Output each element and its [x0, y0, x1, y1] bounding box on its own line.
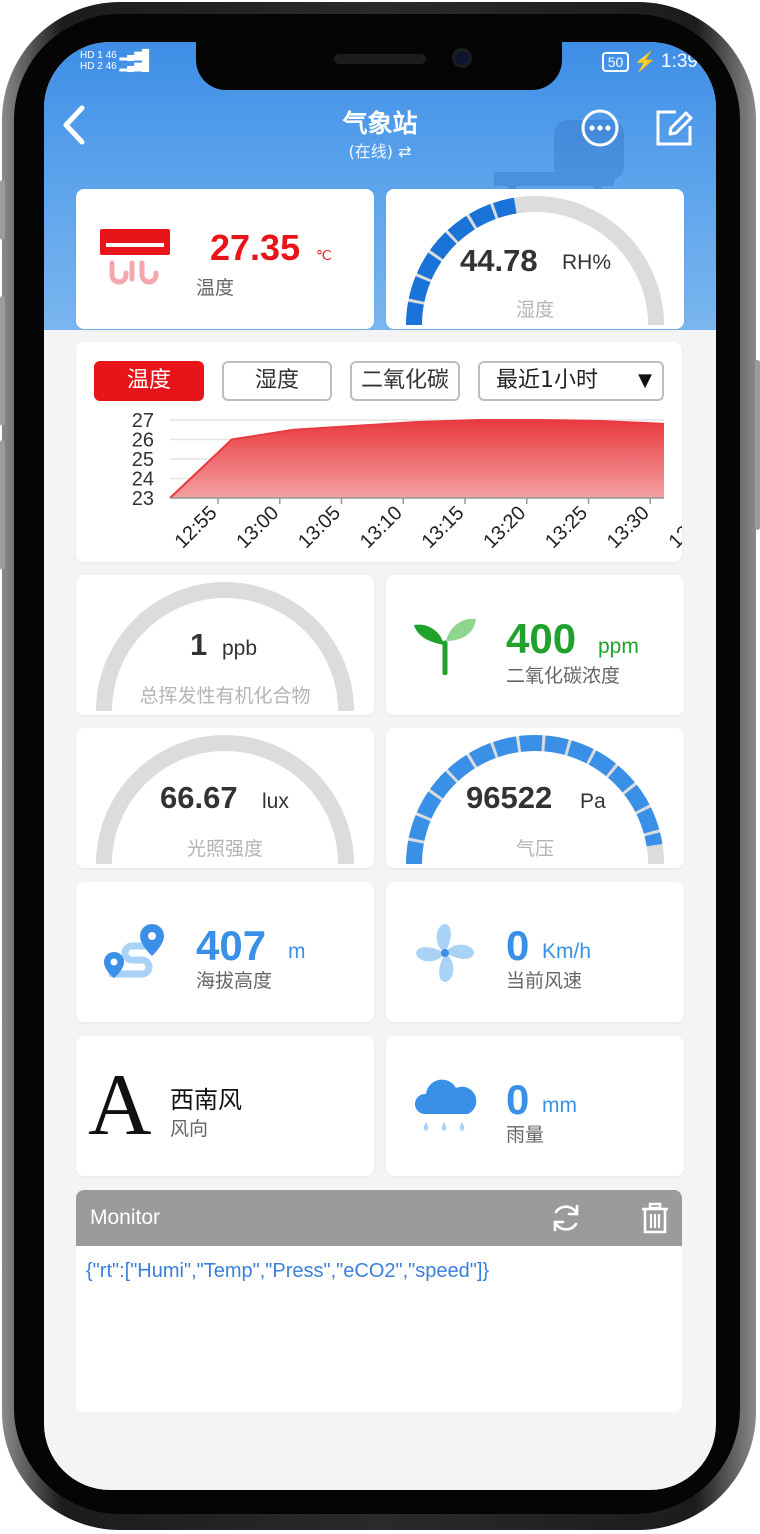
- tab-co2[interactable]: 二氧化碳: [350, 361, 460, 401]
- more-icon[interactable]: [580, 108, 620, 148]
- co2-unit: ppm: [598, 635, 639, 658]
- time-range-value: 最近1小时: [496, 368, 598, 393]
- side-button: [755, 360, 760, 530]
- edit-icon[interactable]: [654, 108, 694, 148]
- pressure-label: 气压: [515, 838, 554, 860]
- co2-label: 二氧化碳浓度: [506, 665, 621, 687]
- co2-card[interactable]: 400 ppm 二氧化碳浓度: [386, 575, 684, 715]
- wind-speed-unit: Km/h: [542, 940, 592, 963]
- altitude-value: 407: [196, 922, 267, 969]
- chart-x-tick-label: 13:15: [418, 502, 469, 553]
- tvoc-label: 总挥发性有机化合物: [139, 685, 311, 707]
- tvoc-card[interactable]: 1 ppb 总挥发性有机化合物: [76, 575, 374, 715]
- side-button: [0, 180, 5, 240]
- signal2-label: 46: [105, 61, 117, 72]
- rain-unit: mm: [542, 1094, 577, 1117]
- sprout-icon: [414, 618, 476, 675]
- side-button: [0, 440, 5, 570]
- dropdown-arrow-icon: ▼: [638, 370, 652, 391]
- pressure-card[interactable]: 96522 Pa 气压: [386, 728, 684, 868]
- route-icon: [104, 924, 164, 978]
- altitude-label: 海拔高度: [196, 970, 273, 992]
- temperature-area-chart: 272625242312:55 13:00 13:05 13:10 13:15 13:20…: [132, 410, 682, 553]
- time-range-select[interactable]: 最近1小时 ▼: [478, 361, 664, 401]
- history-chart-card: 温度 湿度 二氧化碳 最近1小时 ▼ 27 26 25 24 23 12:55 13:00 1…: [76, 342, 682, 562]
- wind-direction-label: 风向: [170, 1118, 209, 1140]
- humidity-unit: RH%: [562, 251, 612, 274]
- tvoc-unit: ppb: [222, 637, 258, 660]
- rain-cloud-icon: [414, 1079, 477, 1131]
- rain-card[interactable]: 0 mm 雨量: [386, 1036, 684, 1176]
- charging-icon: ⚡: [633, 52, 658, 73]
- tab-temperature[interactable]: 温度: [94, 361, 204, 401]
- chart-area-series: [170, 420, 664, 498]
- chart-x-tick-label: 13:00: [232, 502, 283, 553]
- chart-x-tick-label: 13:35: [665, 502, 682, 553]
- rain-value: 0: [506, 1076, 530, 1123]
- chart-y-tick-label: 23: [132, 488, 154, 510]
- signal-icon: ▂▄▆█: [119, 61, 150, 72]
- camera-notch: [196, 42, 562, 90]
- monitor-body: {"rt":["Humi","Temp","Press","eCO2","spe…: [76, 1246, 682, 1412]
- chart-x-tick-label: 13:05: [294, 502, 345, 553]
- rain-label: 雨量: [506, 1124, 545, 1146]
- light-value: 66.67: [160, 780, 238, 815]
- altitude-unit: m: [288, 940, 306, 963]
- chart-x-tick-label: 13:30: [603, 502, 654, 553]
- light-card[interactable]: 66.67 lux 光照强度: [76, 728, 374, 868]
- chart-x-tick-label: 13:25: [541, 502, 592, 553]
- monitor-header: Monitor: [76, 1190, 682, 1246]
- wind-speed-value: 0: [506, 922, 530, 969]
- app-screen: HD 1 46 ▂▄▆█ HD 2 46 ▂▄▆█ 50 ⚡ 1:39 气象站 …: [44, 42, 716, 1490]
- light-label: 光照强度: [186, 838, 263, 860]
- tab-humidity[interactable]: 湿度: [222, 361, 332, 401]
- clock: 1:39: [661, 51, 698, 72]
- tvoc-value: 1: [190, 627, 208, 662]
- chart-x-tick-label: 12:55: [171, 502, 222, 553]
- signal-icon: ▂▄▆█: [119, 50, 150, 61]
- chart-x-tick-label: 13:10: [356, 502, 407, 553]
- status-left: HD 1 46 ▂▄▆█ HD 2 46 ▂▄▆█: [80, 50, 149, 72]
- temperature-label: 温度: [196, 277, 235, 299]
- light-unit: lux: [262, 790, 289, 813]
- humidity-label: 湿度: [515, 299, 554, 321]
- front-camera: [452, 48, 472, 68]
- temperature-card[interactable]: 27.35 ℃ 温度: [76, 189, 374, 329]
- fan-icon: [416, 924, 474, 982]
- wind-direction-value: 西南风: [170, 1086, 242, 1114]
- humidity-value: 44.78: [460, 243, 538, 278]
- humidity-card[interactable]: 44.78 RH% 湿度: [386, 189, 684, 329]
- side-button: [0, 296, 5, 426]
- battery-icon: 50: [601, 52, 630, 72]
- monitor-log-line: {"rt":["Humi","Temp","Press","eCO2","spe…: [86, 1260, 490, 1282]
- wind-speed-label: 当前风速: [506, 970, 583, 992]
- wind-direction-card[interactable]: A 西南风 风向: [76, 1036, 374, 1176]
- co2-value: 400: [506, 615, 577, 662]
- wind-direction-icon: A: [88, 1057, 152, 1154]
- speaker-grille: [334, 54, 426, 64]
- status-right: 50 ⚡ 1:39: [601, 50, 698, 74]
- temperature-unit: ℃: [316, 247, 332, 263]
- temperature-value: 27.35: [210, 227, 301, 268]
- altitude-card[interactable]: 407 m 海拔高度: [76, 882, 374, 1022]
- refresh-icon[interactable]: [550, 1202, 582, 1234]
- wind-speed-card[interactable]: 0 Km/h 当前风速: [386, 882, 684, 1022]
- pressure-unit: Pa: [580, 790, 606, 813]
- sim2-label: HD 2: [80, 61, 103, 72]
- monitor-title: Monitor: [90, 1206, 161, 1229]
- pressure-value: 96522: [466, 780, 553, 815]
- signal1-label: 46: [105, 50, 117, 61]
- air-conditioner-icon: [100, 229, 170, 285]
- sim1-label: HD 1: [80, 50, 103, 61]
- chart-x-tick-label: 13:20: [479, 502, 530, 553]
- trash-icon[interactable]: [640, 1202, 670, 1234]
